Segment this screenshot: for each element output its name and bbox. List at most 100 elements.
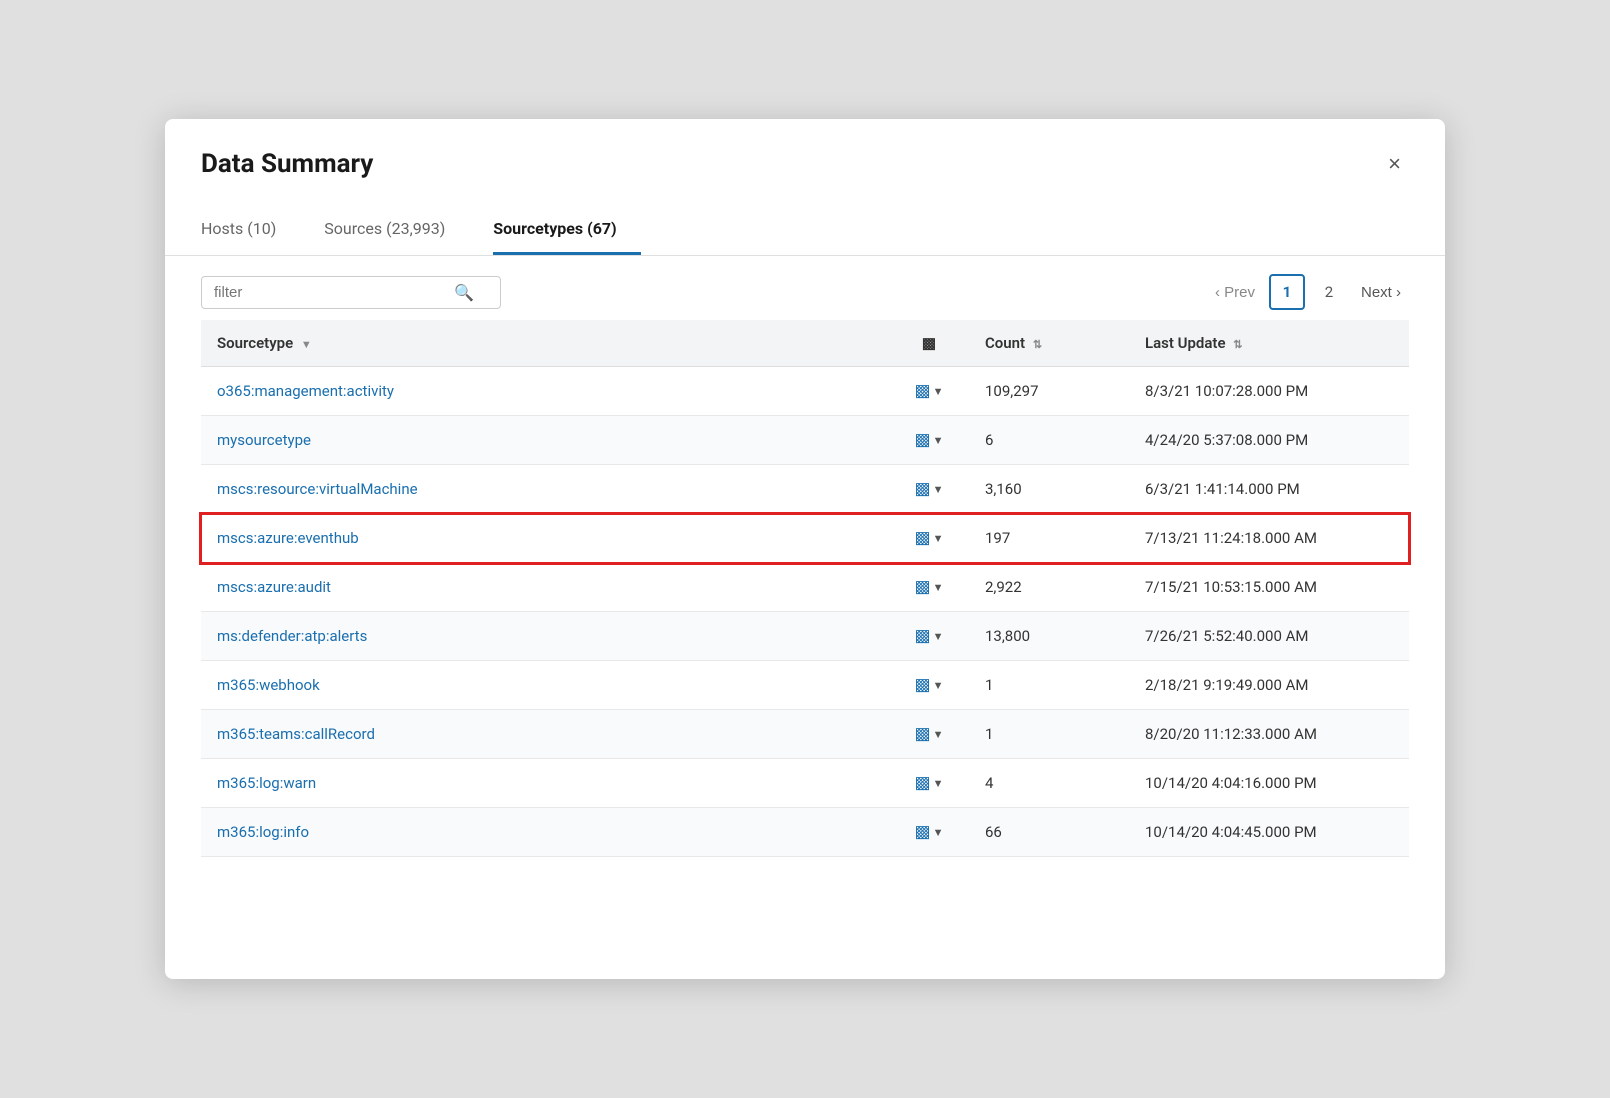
- chart-dropdown-arrow[interactable]: ▼: [933, 581, 944, 594]
- chart-dropdown-arrow[interactable]: ▼: [933, 728, 944, 741]
- sourcetype-cell: m365:webhook: [201, 661, 889, 710]
- page-1-button[interactable]: 1: [1269, 274, 1305, 310]
- chart-dropdown-arrow[interactable]: ▼: [933, 532, 944, 545]
- last-update-cell: 8/20/20 11:12:33.000 AM: [1129, 710, 1409, 759]
- count-cell: 4: [969, 759, 1129, 808]
- col-header-count[interactable]: Count ⇅: [969, 320, 1129, 367]
- sort-arrows-update: ⇅: [1233, 338, 1242, 351]
- sourcetype-cell: m365:log:info: [201, 808, 889, 857]
- last-update-cell: 7/15/21 10:53:15.000 AM: [1129, 563, 1409, 612]
- table-row: m365:log:info ▩▼ 6610/14/20 4:04:45.000 PM: [201, 808, 1409, 857]
- modal-header: Data Summary ×: [165, 119, 1445, 181]
- chart-dropdown-arrow[interactable]: ▼: [933, 434, 944, 447]
- last-update-cell: 10/14/20 4:04:16.000 PM: [1129, 759, 1409, 808]
- tab-sourcetypes[interactable]: Sourcetypes (67): [493, 209, 640, 255]
- chart-cell: ▩▼: [889, 514, 969, 563]
- table-body: o365:management:activity▩▼109,2978/3/21 …: [201, 367, 1409, 857]
- bar-chart-icon[interactable]: ▩: [915, 822, 931, 842]
- sourcetype-link[interactable]: ms:defender:atp:alerts: [217, 627, 367, 645]
- sourcetype-cell: m365:log:warn: [201, 759, 889, 808]
- modal-title: Data Summary: [201, 149, 373, 179]
- count-cell: 109,297: [969, 367, 1129, 416]
- chart-cell: ▩▼: [889, 416, 969, 465]
- table-row: m365:teams:callRecord▩▼18/20/20 11:12:33…: [201, 710, 1409, 759]
- chart-dropdown-arrow[interactable]: ▼: [933, 483, 944, 496]
- table-row: m365:log:warn▩▼410/14/20 4:04:16.000 PM: [201, 759, 1409, 808]
- chart-cell: ▩▼: [889, 661, 969, 710]
- table-row: mscs:azure:audit ▩▼ 2,9227/15/21 10:53:15.…: [201, 563, 1409, 612]
- col-header-sourcetype[interactable]: Sourcetype ▼: [201, 320, 889, 367]
- chart-cell: ▩▼: [889, 710, 969, 759]
- col-header-last-update[interactable]: Last Update ⇅: [1129, 320, 1409, 367]
- sort-arrows-sourcetype: ▼: [301, 338, 312, 351]
- prev-button[interactable]: ‹ Prev: [1207, 280, 1263, 305]
- bar-chart-icon[interactable]: ▩: [915, 626, 931, 646]
- sourcetype-link[interactable]: m365:log:warn: [217, 774, 316, 792]
- close-button[interactable]: ×: [1380, 147, 1409, 181]
- count-cell: 1: [969, 710, 1129, 759]
- chart-dropdown-arrow[interactable]: ▼: [933, 630, 944, 643]
- sourcetype-link[interactable]: mscs:azure:audit: [217, 578, 331, 596]
- last-update-cell: 6/3/21 1:41:14.000 PM: [1129, 465, 1409, 514]
- tab-sources[interactable]: Sources (23,993): [324, 209, 469, 255]
- sourcetype-link[interactable]: mscs:resource:virtualMachine: [217, 480, 418, 498]
- sourcetype-cell: mscs:resource:virtualMachine: [201, 465, 889, 514]
- table-row: mscs:azure:eventhub▩▼1977/13/21 11:24:18…: [201, 514, 1409, 563]
- sourcetype-link[interactable]: o365:management:activity: [217, 382, 394, 400]
- last-update-cell: 7/13/21 11:24:18.000 AM: [1129, 514, 1409, 563]
- count-cell: 3,160: [969, 465, 1129, 514]
- chart-dropdown-arrow[interactable]: ▼: [933, 679, 944, 692]
- count-cell: 2,922: [969, 563, 1129, 612]
- sourcetype-link[interactable]: mscs:azure:eventhub: [217, 529, 359, 547]
- chart-icon: ▩: [922, 334, 936, 352]
- col-header-chart: ▩: [889, 320, 969, 367]
- sourcetype-link[interactable]: m365:log:info: [217, 823, 309, 841]
- tab-hosts[interactable]: Hosts (10): [201, 209, 300, 255]
- page-2-button[interactable]: 2: [1311, 274, 1347, 310]
- bar-chart-icon[interactable]: ▩: [915, 724, 931, 744]
- search-icon: 🔍: [454, 283, 474, 302]
- sourcetype-link[interactable]: mysourcetype: [217, 431, 311, 449]
- chart-dropdown-arrow[interactable]: ▼: [933, 777, 944, 790]
- chart-cell: ▩▼: [889, 465, 969, 514]
- bar-chart-icon[interactable]: ▩: [915, 430, 931, 450]
- last-update-cell: 10/14/20 4:04:45.000 PM: [1129, 808, 1409, 857]
- table-row: m365:webhook▩▼12/18/21 9:19:49.000 AM: [201, 661, 1409, 710]
- sourcetype-cell: ms:defender:atp:alerts: [201, 612, 889, 661]
- chart-cell: ▩▼: [889, 612, 969, 661]
- last-update-cell: 4/24/20 5:37:08.000 PM: [1129, 416, 1409, 465]
- sourcetype-cell: mscs:azure:audit: [201, 563, 889, 612]
- sourcetype-cell: m365:teams:callRecord: [201, 710, 889, 759]
- count-cell: 13,800: [969, 612, 1129, 661]
- chart-dropdown-arrow[interactable]: ▼: [933, 385, 944, 398]
- table-row: mscs:resource:virtualMachine▩▼3,1606/3/2…: [201, 465, 1409, 514]
- sourcetype-link[interactable]: m365:teams:callRecord: [217, 725, 375, 743]
- last-update-cell: 2/18/21 9:19:49.000 AM: [1129, 661, 1409, 710]
- bar-chart-icon[interactable]: ▩: [915, 381, 931, 401]
- search-box: 🔍: [201, 276, 501, 309]
- bar-chart-icon[interactable]: ▩: [915, 479, 931, 499]
- bar-chart-icon[interactable]: ▩: [915, 528, 931, 548]
- sourcetype-link[interactable]: m365:webhook: [217, 676, 320, 694]
- table-wrapper: Sourcetype ▼ ▩ Count ⇅ Last Update ⇅: [165, 320, 1445, 893]
- table-row: ms:defender:atp:alerts▩▼13,8007/26/21 5:…: [201, 612, 1409, 661]
- data-summary-modal: Data Summary × Hosts (10) Sources (23,99…: [165, 119, 1445, 979]
- chart-dropdown-arrow[interactable]: ▼: [933, 826, 944, 839]
- sourcetype-cell: mysourcetype: [201, 416, 889, 465]
- bar-chart-icon[interactable]: ▩: [915, 577, 931, 597]
- chart-cell: ▩▼: [889, 759, 969, 808]
- sourcetypes-table: Sourcetype ▼ ▩ Count ⇅ Last Update ⇅: [201, 320, 1409, 857]
- last-update-cell: 8/3/21 10:07:28.000 PM: [1129, 367, 1409, 416]
- count-cell: 197: [969, 514, 1129, 563]
- bar-chart-icon[interactable]: ▩: [915, 773, 931, 793]
- bar-chart-icon[interactable]: ▩: [915, 675, 931, 695]
- pagination: ‹ Prev 1 2 Next ›: [1207, 274, 1409, 310]
- count-cell: 66: [969, 808, 1129, 857]
- table-row: mysourcetype▩▼64/24/20 5:37:08.000 PM: [201, 416, 1409, 465]
- next-button[interactable]: Next ›: [1353, 280, 1409, 305]
- search-input[interactable]: [214, 284, 454, 301]
- sourcetype-cell: o365:management:activity: [201, 367, 889, 416]
- toolbar: 🔍 ‹ Prev 1 2 Next ›: [165, 256, 1445, 320]
- last-update-cell: 7/26/21 5:52:40.000 AM: [1129, 612, 1409, 661]
- sourcetype-cell: mscs:azure:eventhub: [201, 514, 889, 563]
